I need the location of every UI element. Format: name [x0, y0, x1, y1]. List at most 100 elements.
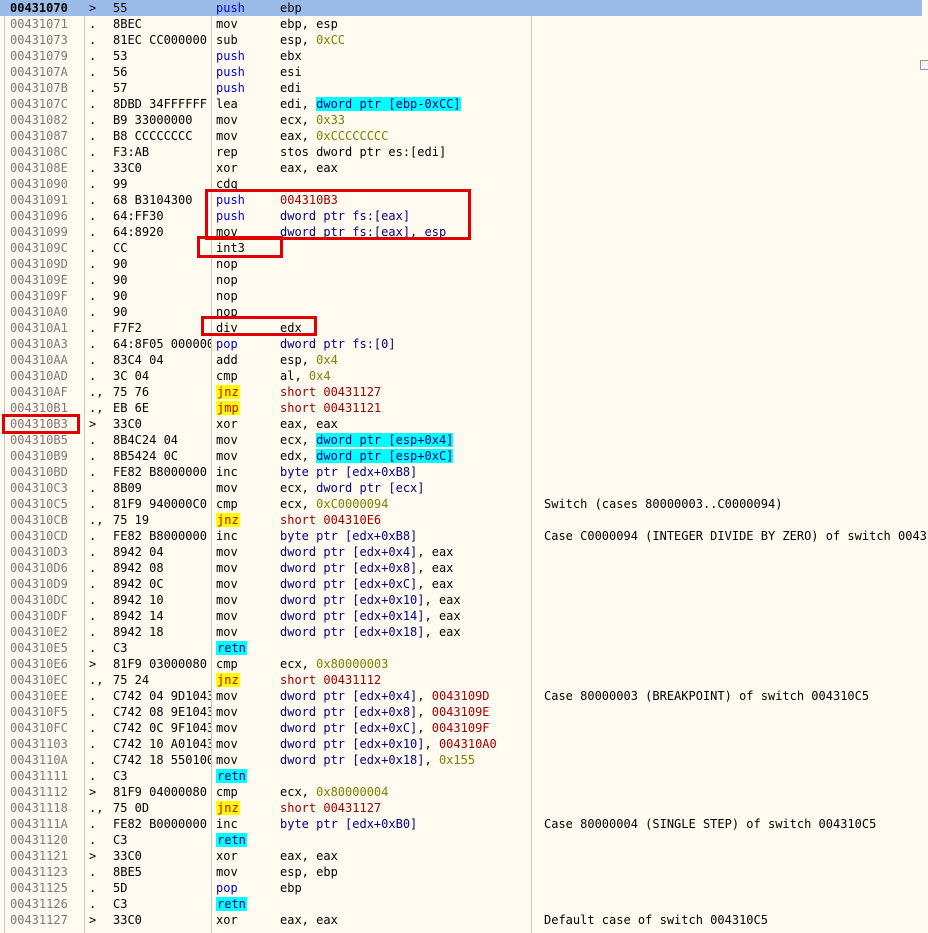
disasm-row[interactable]: 0043109D. 90 nop: [0, 256, 922, 272]
disasm-row[interactable]: 00431091. 68 B3104300 push 004310B3: [0, 192, 922, 208]
disasm-row[interactable]: 004310B9. 8B5424 0C mov edx, dword ptr [es…: [0, 448, 922, 464]
disasm-row[interactable]: 004310F5. C742 08 9E104300 mov dword ptr […: [0, 704, 922, 720]
mnemonic-cell: mov: [216, 560, 238, 576]
disasm-row[interactable]: 004310D6. 8942 08 mov dword ptr [edx+0x8],…: [0, 560, 922, 576]
mnemonic-text: sub: [216, 33, 238, 47]
disasm-row[interactable]: 004310D3. 8942 04 mov dword ptr [edx+0x4],…: [0, 544, 922, 560]
disasm-row[interactable]: 00431087. B8 CCCCCCCC mov eax, 0xCCCCCCCC: [0, 128, 922, 144]
disasm-row[interactable]: 004310B1., EB 6E jmp short 00431121: [0, 400, 922, 416]
hex-dump-cell: C3: [113, 833, 128, 847]
mnemonic-text: push: [216, 1, 245, 15]
disasm-row[interactable]: 0043109E. 90 nop: [0, 272, 922, 288]
disasm-row[interactable]: 004310AF., 75 76 jnz short 00431127: [0, 384, 922, 400]
mnemonic-cell: inc: [216, 464, 238, 480]
mnemonic-text: add: [216, 353, 238, 367]
operand-token: 0x4: [316, 353, 338, 367]
disasm-row[interactable]: 00431126. C3 retn: [0, 896, 922, 912]
disasm-row[interactable]: 00431118., 75 0D jnz short 00431127: [0, 800, 922, 816]
disasm-row[interactable]: 004310CD. FE82 B8000000 inc byte ptr [edx+…: [0, 528, 928, 544]
disasm-row[interactable]: 004310A3. 64:8F05 00000000 pop dword ptr f…: [0, 336, 922, 352]
disasm-row[interactable]: 004310E2. 8942 18 mov dword ptr [edx+0x18]…: [0, 624, 922, 640]
disasm-row[interactable]: 0043107C. 8DBD 34FFFFFF lea edi, dword ptr…: [0, 96, 922, 112]
disasm-row[interactable]: 004310C5. 81F9 940000C0 cmp ecx, 0xC000009…: [0, 496, 922, 512]
disasm-row[interactable]: 00431125. 5D pop ebp: [0, 880, 922, 896]
address-cell: 004310EC: [10, 673, 68, 687]
operand-token: 0x33: [316, 113, 346, 127]
disasm-row[interactable]: 004310E6 > 81F9 03000080 cmp ecx, 0x8000000…: [0, 656, 922, 672]
disasm-row[interactable]: 0043108C. F3:AB rep stos dword ptr es:[edi…: [0, 144, 922, 160]
scrollbar-thumb[interactable]: [920, 60, 928, 70]
disasm-row[interactable]: 00431079. 53 push ebx: [0, 48, 922, 64]
disasm-row[interactable]: 00431123. 8BE5 mov esp, ebp: [0, 864, 922, 880]
disasm-row[interactable]: 00431082. B9 33000000 mov ecx, 0x33: [0, 112, 922, 128]
disasm-row[interactable]: 004310DC. 8942 10 mov dword ptr [edx+0x10]…: [0, 592, 922, 608]
disasm-row[interactable]: 004310E5. C3 retn: [0, 640, 922, 656]
disasm-row[interactable]: 0043111A. FE82 B0000000 inc byte ptr [edx+…: [0, 816, 922, 832]
operand-token: dword ptr [edx+0xC]: [280, 577, 418, 591]
mnemonic-cell: inc: [216, 816, 238, 832]
disasm-row[interactable]: 00431112 > 81F9 04000080 cmp ecx, 0x8000000…: [0, 784, 922, 800]
mnemonic-text: nop: [216, 273, 238, 287]
disasm-row[interactable]: 004310D9. 8942 0C mov dword ptr [edx+0xC],…: [0, 576, 922, 592]
disasm-row[interactable]: 00431070 > 55 push ebp: [0, 0, 922, 16]
address-cell: 004310BD: [10, 465, 68, 479]
operand-token: byte ptr [edx+0xB0]: [280, 817, 418, 831]
mnemonic-text: cmp: [216, 497, 238, 511]
disasm-row[interactable]: 004310EC., 75 24 jnz short 00431112: [0, 672, 922, 688]
disasm-row[interactable]: 0043109C. CC int3: [0, 240, 922, 256]
disasm-row[interactable]: 004310A1. F7F2 div edx: [0, 320, 922, 336]
hex-dump-cell: 8DBD 34FFFFFF: [113, 97, 207, 111]
mnemonic-cell: mov: [216, 432, 238, 448]
operand-cell: dword ptr [edx+0x18], 0x155: [280, 752, 475, 768]
operand-token: short 004310E6: [280, 513, 382, 527]
hex-dump-cell: 90: [113, 273, 128, 287]
hex-dump-cell: CC: [113, 241, 128, 255]
disasm-row[interactable]: 00431071. 8BEC mov ebp, esp: [0, 16, 922, 32]
disasm-row[interactable]: 004310AD. 3C 04 cmp al, 0x4: [0, 368, 922, 384]
operand-token: ecx,: [280, 481, 317, 495]
operand-cell: short 00431121: [280, 400, 381, 416]
jump-marker: .: [89, 833, 97, 847]
disasm-row[interactable]: 0043107B. 57 push edi: [0, 80, 922, 96]
operand-cell: ecx, 0x80000003: [280, 656, 388, 672]
disasm-row[interactable]: 004310CB., 75 19 jnz short 004310E6: [0, 512, 922, 528]
disasm-row[interactable]: 004310BD. FE82 B8000000 inc byte ptr [edx+…: [0, 464, 922, 480]
mnemonic-cell: mov: [216, 736, 238, 752]
disasm-row[interactable]: 00431073. 81EC CC000000 sub esp, 0xCC: [0, 32, 922, 48]
mnemonic-cell: add: [216, 352, 238, 368]
address-cell: 004310B3: [10, 417, 68, 431]
hex-dump-cell: 55: [113, 1, 128, 15]
disasm-row[interactable]: 00431127 > 33C0 xor eax, eax Default case of…: [0, 912, 922, 928]
jump-marker: .: [89, 273, 97, 287]
mnemonic-cell: push: [216, 192, 245, 208]
disasm-row[interactable]: 004310C3. 8B09 mov ecx, dword ptr [ecx]: [0, 480, 922, 496]
mnemonic-text: jnz: [216, 385, 240, 399]
hex-dump-cell: 5D: [113, 881, 128, 895]
jump-marker: .: [89, 113, 97, 127]
disasm-row[interactable]: 0043109F. 90 nop: [0, 288, 922, 304]
operand-token: eax,: [280, 129, 317, 143]
disasm-row[interactable]: 0043108E. 33C0 xor eax, eax: [0, 160, 922, 176]
mnemonic-cell: int3: [216, 240, 245, 256]
disassembly-pane[interactable]: 00431070 > 55 push ebp 00431071. 8BEC mov ebp,…: [0, 0, 928, 933]
disasm-row[interactable]: 00431120. C3 retn: [0, 832, 922, 848]
disasm-row[interactable]: 004310B5. 8B4C24 04 mov ecx, dword ptr [es…: [0, 432, 922, 448]
disasm-row[interactable]: 004310A0. 90 nop: [0, 304, 922, 320]
disasm-row[interactable]: 0043107A. 56 push esi: [0, 64, 922, 80]
disasm-row[interactable]: 004310AA. 83C4 04 add esp, 0x4: [0, 352, 922, 368]
disasm-row[interactable]: 00431096. 64:FF30 push dword ptr fs:[eax]: [0, 208, 922, 224]
operand-token: dword ptr [edx+0x18]: [280, 625, 425, 639]
disasm-row[interactable]: 004310B3 > 33C0 xor eax, eax: [0, 416, 922, 432]
disasm-row[interactable]: 00431121 > 33C0 xor eax, eax: [0, 848, 922, 864]
disasm-row[interactable]: 0043110A. C742 18 55010000 mov dword ptr […: [0, 752, 922, 768]
disasm-row[interactable]: 00431111. C3 retn: [0, 768, 922, 784]
disasm-row[interactable]: 00431090. 99 cdq: [0, 176, 922, 192]
operand-token: short 00431127: [280, 801, 382, 815]
mnemonic-text: nop: [216, 305, 238, 319]
disasm-row[interactable]: 00431099. 64:8920 mov dword ptr fs:[eax], …: [0, 224, 922, 240]
hex-dump-cell: 81F9 04000080: [113, 785, 207, 799]
disasm-row[interactable]: 004310FC. C742 0C 9F104300 mov dword ptr […: [0, 720, 922, 736]
disasm-row[interactable]: 004310EE. C742 04 9D104300 mov dword ptr […: [0, 688, 922, 704]
disasm-row[interactable]: 004310DF. 8942 14 mov dword ptr [edx+0x14]…: [0, 608, 922, 624]
disasm-row[interactable]: 00431103. C742 10 A0104300 mov dword ptr […: [0, 736, 922, 752]
